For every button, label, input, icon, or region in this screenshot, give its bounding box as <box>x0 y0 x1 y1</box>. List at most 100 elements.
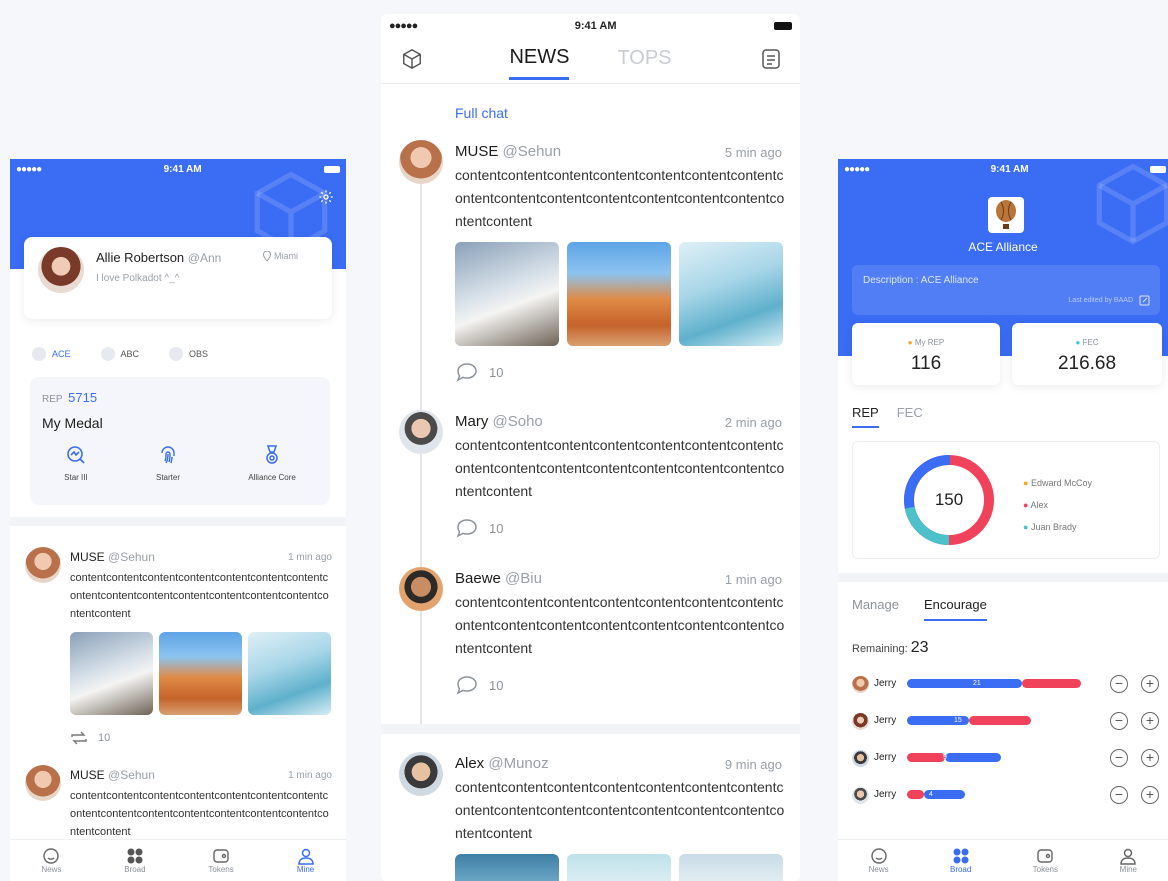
avatar[interactable] <box>852 787 869 804</box>
avatar[interactable] <box>25 547 61 583</box>
bar-value: 9 <box>943 754 947 761</box>
tab-broad[interactable]: Broad <box>124 847 146 874</box>
tab-broad[interactable]: Broad <box>950 847 971 874</box>
chip-obs[interactable]: OBS <box>169 347 208 361</box>
tab-tokens[interactable]: Tokens <box>208 847 234 874</box>
post-photo[interactable] <box>159 632 242 715</box>
cube-icon[interactable] <box>401 48 423 70</box>
post-photo[interactable] <box>455 242 559 346</box>
bottom-tabbar: News Broad Tokens Mine <box>10 839 346 881</box>
comment-count[interactable]: 10 <box>455 675 503 695</box>
dot-icon: ● <box>907 338 913 347</box>
post-body: contentcontentcontentcontentcontentconte… <box>70 572 329 620</box>
medal-list: Star III Starter Alliance Core <box>30 445 330 482</box>
profile-name: Allie Robertson <box>96 250 185 265</box>
post-handle: @Sehun <box>502 143 562 160</box>
settings-icon[interactable] <box>318 189 334 205</box>
tab-fec[interactable]: FEC <box>897 405 923 428</box>
tab-news[interactable]: News <box>41 847 61 874</box>
profile-location: Miami <box>274 251 298 261</box>
post-photo[interactable] <box>679 854 783 881</box>
avatar[interactable] <box>38 247 84 293</box>
tab-encourage[interactable]: Encourage <box>923 597 987 621</box>
post-photo[interactable] <box>455 854 559 881</box>
stat-my-rep[interactable]: ● My REP 116 <box>852 323 1000 385</box>
avatar[interactable] <box>399 410 443 454</box>
increase-button[interactable]: + <box>1141 675 1159 693</box>
bar-segment-blue <box>945 753 1001 762</box>
row-name: Jerry <box>874 715 897 726</box>
avatar[interactable] <box>852 750 869 767</box>
description-box[interactable]: Description : ACE Alliance Last edited b… <box>852 265 1160 315</box>
signal-icon: ●●●●● <box>389 20 418 32</box>
decrease-button[interactable]: − <box>1110 786 1128 804</box>
rep-label: REP <box>42 394 63 405</box>
avatar[interactable] <box>25 765 61 801</box>
post-author: Alex <box>455 755 485 772</box>
decrease-button[interactable]: − <box>1110 675 1128 693</box>
encourage-row: Jerry 15 − + <box>852 712 1162 732</box>
post-gallery <box>455 242 783 346</box>
post-photo[interactable] <box>679 242 783 346</box>
bar-segment-red <box>969 716 1031 725</box>
wallet-icon <box>213 849 229 863</box>
bar-segment-blue <box>907 679 1022 688</box>
alliance-name: ACE Alliance <box>968 240 1038 254</box>
post-photo[interactable] <box>567 854 671 881</box>
increase-button[interactable]: + <box>1141 786 1159 804</box>
comment-count[interactable]: 10 <box>455 362 503 382</box>
remaining: Remaining: 23 <box>852 639 929 656</box>
increase-button[interactable]: + <box>1141 749 1159 767</box>
post-time: 1 min ago <box>288 770 332 781</box>
tab-news[interactable]: NEWS <box>509 46 570 80</box>
post-time: 1 min ago <box>288 552 332 563</box>
comment-count[interactable]: 10 <box>455 518 503 538</box>
dot-icon: ● <box>1075 338 1081 347</box>
smile-icon <box>870 848 887 864</box>
tab-manage[interactable]: Manage <box>852 597 899 621</box>
post-photo[interactable] <box>567 242 671 346</box>
chip-ace[interactable]: ACE <box>32 347 71 361</box>
encourage-row: Jerry 9 − + <box>852 749 1162 769</box>
tab-tokens[interactable]: Tokens <box>1033 847 1058 874</box>
medal-starter[interactable]: Starter <box>156 445 180 482</box>
avatar[interactable] <box>399 140 443 184</box>
bar-value: 15 <box>954 717 962 724</box>
avatar[interactable] <box>399 752 443 796</box>
post-handle: @Soho <box>492 413 543 430</box>
manage-tabs: Manage Encourage <box>852 597 987 621</box>
last-edited: Last edited by BAAD <box>1068 295 1150 306</box>
decrease-button[interactable]: − <box>1110 712 1128 730</box>
avatar[interactable] <box>399 567 443 611</box>
post-handle: @Biu <box>505 570 542 587</box>
chip-abc[interactable]: ABC <box>100 347 139 361</box>
post-gallery <box>455 854 783 881</box>
post-author: MUSE <box>455 143 499 160</box>
fingerprint-icon <box>161 446 175 464</box>
tab-news[interactable]: News <box>869 847 889 874</box>
chart-badge-icon <box>67 446 85 464</box>
repost-count[interactable]: 10 <box>70 731 110 745</box>
alliance-chips: ACE ABC OBS <box>32 347 208 361</box>
profile-bio: I love Polkadot ^_^ <box>96 273 180 284</box>
avatar[interactable] <box>852 676 869 693</box>
post-photo[interactable] <box>248 632 331 715</box>
tab-mine[interactable]: Mine <box>297 847 315 874</box>
post-time: 9 min ago <box>724 757 782 772</box>
post-photo[interactable] <box>70 632 153 715</box>
smile-icon <box>43 848 60 864</box>
user-icon <box>297 848 314 865</box>
tab-mine[interactable]: Mine <box>1119 847 1137 874</box>
medal-star-iii[interactable]: Star III <box>64 445 88 482</box>
tab-tops[interactable]: TOPS <box>617 47 671 78</box>
increase-button[interactable]: + <box>1141 712 1159 730</box>
document-icon[interactable] <box>762 49 780 69</box>
avatar[interactable] <box>852 713 869 730</box>
post-handle: @Sehun <box>108 768 155 782</box>
tab-rep[interactable]: REP <box>852 405 879 428</box>
medal-alliance-core[interactable]: Alliance Core <box>248 445 296 482</box>
full-chat-link[interactable]: Full chat <box>455 105 508 121</box>
stat-fec[interactable]: ● FEC 216.68 <box>1012 323 1162 385</box>
decrease-button[interactable]: − <box>1110 749 1128 767</box>
bar-segment-red <box>907 753 945 762</box>
